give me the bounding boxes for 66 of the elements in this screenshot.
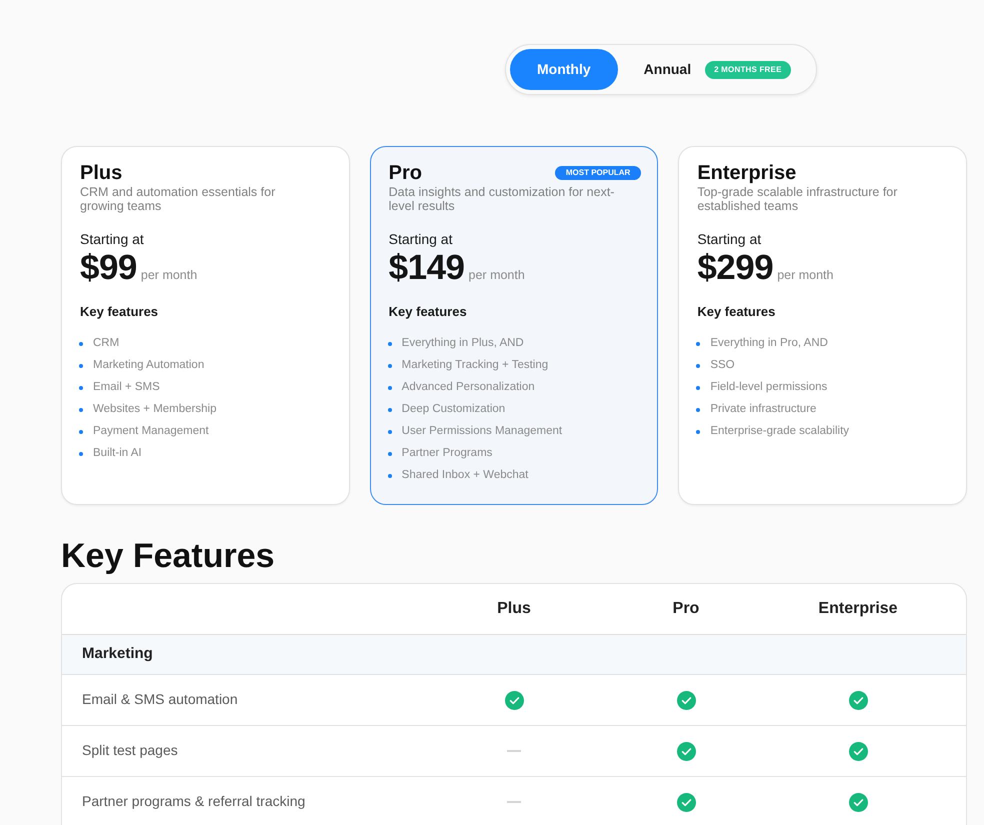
plan-description: Top-grade scalable infrastructure for established teams [697,185,898,213]
feature-item: Deep Customization [402,402,506,418]
price-period: per month [777,267,834,284]
feature-item: Websites + Membership [93,402,216,418]
feature-item: Partner Programs [402,446,492,462]
bullet-icon [79,430,83,434]
column-header: Plus [497,599,531,619]
plan-name: Plus [80,161,122,185]
feature-name: Split test pages [82,742,178,758]
bullet-icon [696,364,700,368]
plan-description: CRM and automation essentials for growing teams [80,185,276,213]
feature-item: Private infrastructure [710,402,816,418]
feature-item: Payment Management [93,424,209,440]
feature-item: Enterprise-grade scalability [710,424,850,440]
bullet-icon [696,408,700,412]
bullet-icon [79,452,83,456]
bullet-icon [79,408,83,412]
feature-item: Marketing Automation [93,358,204,374]
feature-item: Built-in AI [93,446,142,462]
features-title: Key features [697,303,776,321]
section-heading: Key Features [61,536,276,576]
feature-name: Email & SMS automation [82,691,238,707]
feature-item: Field-level permissions [710,380,828,396]
bullet-icon [79,386,83,390]
feature-name: Partner programs & referral tracking [82,793,306,809]
bullet-icon [388,364,392,368]
feature-item: CRM [93,336,120,352]
bullet-icon [388,430,392,434]
starting-label: Starting at [80,230,145,248]
feature-item: Everything in Pro, AND [710,336,828,352]
features-title: Key features [388,303,468,321]
price-period: per month [140,267,198,284]
bullet-icon [388,386,392,390]
billing-option-tab[interactable]: Monthly [510,49,618,90]
section-title: Marketing [82,644,153,664]
bullet-icon [696,342,700,346]
bullet-icon [696,386,700,390]
column-header: Pro [672,599,700,619]
price: $149 [388,248,465,288]
feature-item: Email + SMS [93,380,160,396]
starting-label: Starting at [697,230,762,248]
column-header: Enterprise [818,599,898,619]
feature-item: User Permissions Management [402,424,562,440]
popular-badge: MOST POPULAR [554,166,642,180]
price: $99 [80,248,137,288]
plan-description: Data insights and customization for next-level results [388,185,616,213]
starting-label: Starting at [388,230,454,248]
feature-item: Everything in Plus, AND [402,336,524,352]
bullet-icon [696,430,700,434]
price: $299 [697,248,774,288]
feature-item: Shared Inbox + Webchat [402,468,528,484]
bullet-icon [388,474,392,478]
feature-item: SSO [710,358,735,374]
features-title: Key features [80,303,160,321]
bullet-icon [388,408,392,412]
price-period: per month [468,267,525,284]
bullet-icon [79,342,83,346]
billing-option-tab[interactable]: Annual 2 MONTHS FREE [644,49,791,90]
bullet-icon [79,364,83,368]
bullet-icon [388,342,392,346]
plan-name: Pro [388,161,422,185]
plan-name: Enterprise [697,161,796,185]
feature-item: Marketing Tracking + Testing [402,358,548,374]
discount-badge: 2 MONTHS FREE [705,60,791,78]
feature-item: Advanced Personalization [402,380,535,396]
bullet-icon [388,452,392,456]
